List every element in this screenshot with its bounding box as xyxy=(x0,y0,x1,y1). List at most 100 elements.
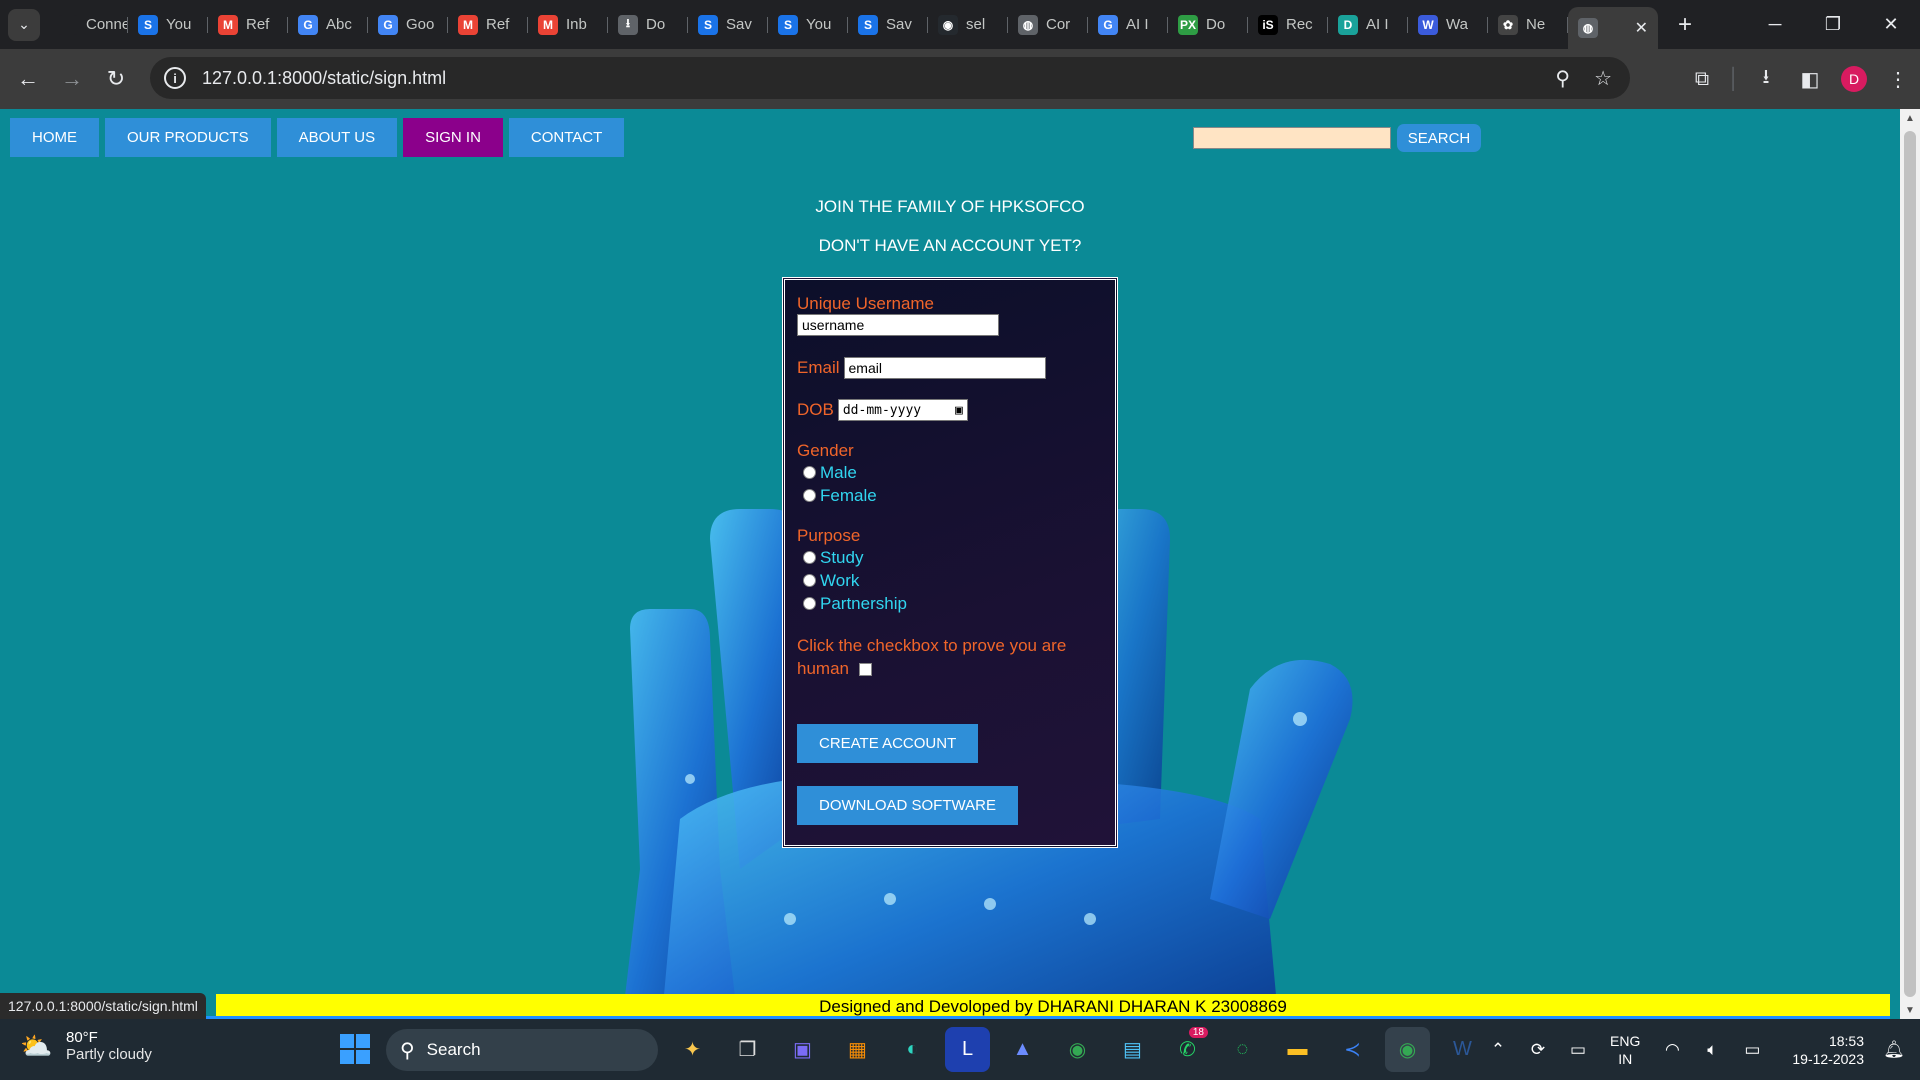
file-explorer-icon[interactable]: ▬ xyxy=(1275,1027,1320,1072)
chrome-icon[interactable]: ◉ xyxy=(1055,1027,1100,1072)
browser-tab[interactable]: Connec xyxy=(48,7,128,43)
gender-option-female[interactable]: Female xyxy=(797,484,1103,507)
browser-tab[interactable]: M Ref xyxy=(208,7,288,43)
url-text[interactable]: 127.0.0.1:8000/static/sign.html xyxy=(202,68,446,89)
radio-button[interactable] xyxy=(803,597,816,610)
bookmark-star-icon[interactable]: ☆ xyxy=(1594,66,1612,91)
wifi-icon[interactable]: ◠ xyxy=(1652,1040,1692,1060)
volume-icon[interactable]: 🔈︎ xyxy=(1692,1040,1732,1060)
a-app-icon[interactable]: ▲ xyxy=(1000,1027,1045,1072)
display-icon[interactable]: ▭ xyxy=(1558,1040,1598,1060)
copilot-icon[interactable]: ✦ xyxy=(670,1027,715,1072)
scrollbar-thumb[interactable] xyxy=(1904,131,1916,997)
download-software-button[interactable]: DOWNLOAD SOFTWARE xyxy=(797,786,1018,825)
whatsapp-icon[interactable]: ✆ 18 xyxy=(1165,1027,1210,1072)
task-view-icon[interactable]: ❐ xyxy=(725,1027,770,1072)
nav-home[interactable]: HOME xyxy=(10,118,99,157)
browser-tab[interactable]: G Goo xyxy=(368,7,448,43)
microsoft-store-icon[interactable]: ▦ xyxy=(835,1027,880,1072)
browser-tab[interactable]: W Wa xyxy=(1408,7,1488,43)
chevron-up-icon[interactable]: ⌃ xyxy=(1478,1040,1518,1060)
purpose-option-partnership[interactable]: Partnership xyxy=(797,592,1103,615)
nav-contact[interactable]: CONTACT xyxy=(508,118,625,157)
new-tab-button[interactable]: + xyxy=(1678,11,1692,39)
dob-date-field[interactable]: dd-mm-yyyy ▣ xyxy=(837,399,968,421)
username-field[interactable]: username xyxy=(797,314,999,336)
minimize-icon[interactable]: ─ xyxy=(1746,0,1804,49)
restore-icon[interactable]: ❐ xyxy=(1804,0,1862,49)
toolbar-actions: ⧉ │ ⭳ ◧ D ⋮ xyxy=(1680,49,1920,109)
notepad-icon[interactable]: ▤ xyxy=(1110,1027,1155,1072)
create-account-button[interactable]: CREATE ACCOUNT xyxy=(797,724,979,763)
browser-tab[interactable]: ◍ Cor xyxy=(1008,7,1088,43)
zoom-icon[interactable]: ⚲ xyxy=(1555,66,1570,91)
calendar-icon[interactable]: ▣ xyxy=(955,403,963,418)
browser-tab[interactable]: ✿ Ne xyxy=(1488,7,1568,43)
purpose-option-study[interactable]: Study xyxy=(797,546,1103,569)
vscode-icon[interactable]: ≺ xyxy=(1330,1027,1375,1072)
page-scrollbar[interactable]: ▲ ▼ xyxy=(1900,109,1920,1019)
browser-tab[interactable]: G AI I xyxy=(1088,7,1168,43)
gender-option-male[interactable]: Male xyxy=(797,461,1103,484)
radio-button[interactable] xyxy=(803,466,816,479)
browser-tab[interactable]: ⭳ Do xyxy=(608,7,688,43)
nav-about-us[interactable]: ABOUT US xyxy=(276,118,398,157)
nav-sign-in[interactable]: SIGN IN xyxy=(403,118,503,157)
downloads-icon[interactable]: ⭳ xyxy=(1744,57,1788,101)
radio-button[interactable] xyxy=(803,551,816,564)
side-panel-icon[interactable]: ◧ xyxy=(1788,57,1832,101)
edge-icon[interactable]: ◐ xyxy=(890,1027,935,1072)
browser-tab[interactable]: S Sav xyxy=(848,7,928,43)
back-icon[interactable]: ← xyxy=(6,57,50,101)
doc-icon: D xyxy=(1338,14,1358,35)
tab-search-button[interactable]: ⌄ xyxy=(8,8,40,41)
browser-tab[interactable]: S You xyxy=(128,7,208,43)
browser-tab-label: Do xyxy=(1206,16,1226,33)
address-bar[interactable]: i 127.0.0.1:8000/static/sign.html ⚲ ☆ xyxy=(150,57,1630,99)
site-search-button[interactable]: SEARCH xyxy=(1397,124,1481,152)
extensions-icon[interactable]: ⧉ xyxy=(1680,57,1724,101)
close-tab-icon[interactable]: ✕ xyxy=(1635,18,1648,38)
notification-bell-icon[interactable]: 🔔︎ xyxy=(1874,1040,1914,1060)
browser-tab[interactable]: PX Do xyxy=(1168,7,1248,43)
taskbar-search[interactable]: ⚲ Search xyxy=(386,1029,658,1071)
browser-tab-active[interactable]: ◍ ✕ xyxy=(1568,7,1658,49)
site-search-input[interactable] xyxy=(1193,127,1391,149)
browser-tab[interactable]: ◉ sel xyxy=(928,7,1008,43)
clock[interactable]: 18:53 19-12-2023 xyxy=(1792,1032,1864,1068)
radio-button[interactable] xyxy=(803,574,816,587)
scroll-up-arrow-icon[interactable]: ▲ xyxy=(1900,109,1920,127)
browser-tab[interactable]: G Abc xyxy=(288,7,368,43)
purpose-option-work[interactable]: Work xyxy=(797,569,1103,592)
forward-icon[interactable]: → xyxy=(50,57,94,101)
human-check-text-1: Click the checkbox to prove you are xyxy=(797,636,1067,655)
browser-tab[interactable]: M Inb xyxy=(528,7,608,43)
profile-avatar[interactable]: D xyxy=(1841,66,1867,92)
browser-tab[interactable]: S You xyxy=(768,7,848,43)
radio-button[interactable] xyxy=(803,489,816,502)
reload-icon[interactable]: ↻ xyxy=(94,57,138,101)
email-field[interactable]: email xyxy=(843,357,1046,379)
weather-widget[interactable]: ⛅ 80°F Partly cloudy xyxy=(20,1029,152,1063)
browser-tab[interactable]: iS Rec xyxy=(1248,7,1328,43)
close-window-icon[interactable]: ✕ xyxy=(1862,0,1920,49)
browser-tab[interactable]: M Ref xyxy=(448,7,528,43)
sync-icon[interactable]: ⟳ xyxy=(1518,1040,1558,1060)
battery-icon[interactable]: ▭ xyxy=(1732,1040,1772,1060)
menu-kebab-icon[interactable]: ⋮ xyxy=(1876,57,1920,101)
chrome-profile-icon[interactable]: ◉ xyxy=(1385,1027,1430,1072)
windows-start-icon[interactable] xyxy=(340,1034,370,1064)
web-page: HOME OUR PRODUCTS ABOUT US SIGN IN CONTA… xyxy=(0,109,1900,1019)
whatsapp-badge: 18 xyxy=(1188,1027,1208,1038)
browser-tab[interactable]: S Sav xyxy=(688,7,768,43)
browser-tab[interactable]: D AI I xyxy=(1328,7,1408,43)
is-icon: iS xyxy=(1258,14,1278,35)
site-info-icon[interactable]: i xyxy=(164,67,186,89)
refresh-app-icon[interactable]: ◌ xyxy=(1220,1027,1265,1072)
scroll-down-arrow-icon[interactable]: ▼ xyxy=(1900,1001,1920,1019)
nav-our-products[interactable]: OUR PRODUCTS xyxy=(105,118,271,157)
language-indicator[interactable]: ENG IN xyxy=(1610,1032,1640,1068)
l-app-icon[interactable]: L xyxy=(945,1027,990,1072)
teams-meet-icon[interactable]: ▣ xyxy=(780,1027,825,1072)
human-checkbox[interactable] xyxy=(858,663,872,677)
